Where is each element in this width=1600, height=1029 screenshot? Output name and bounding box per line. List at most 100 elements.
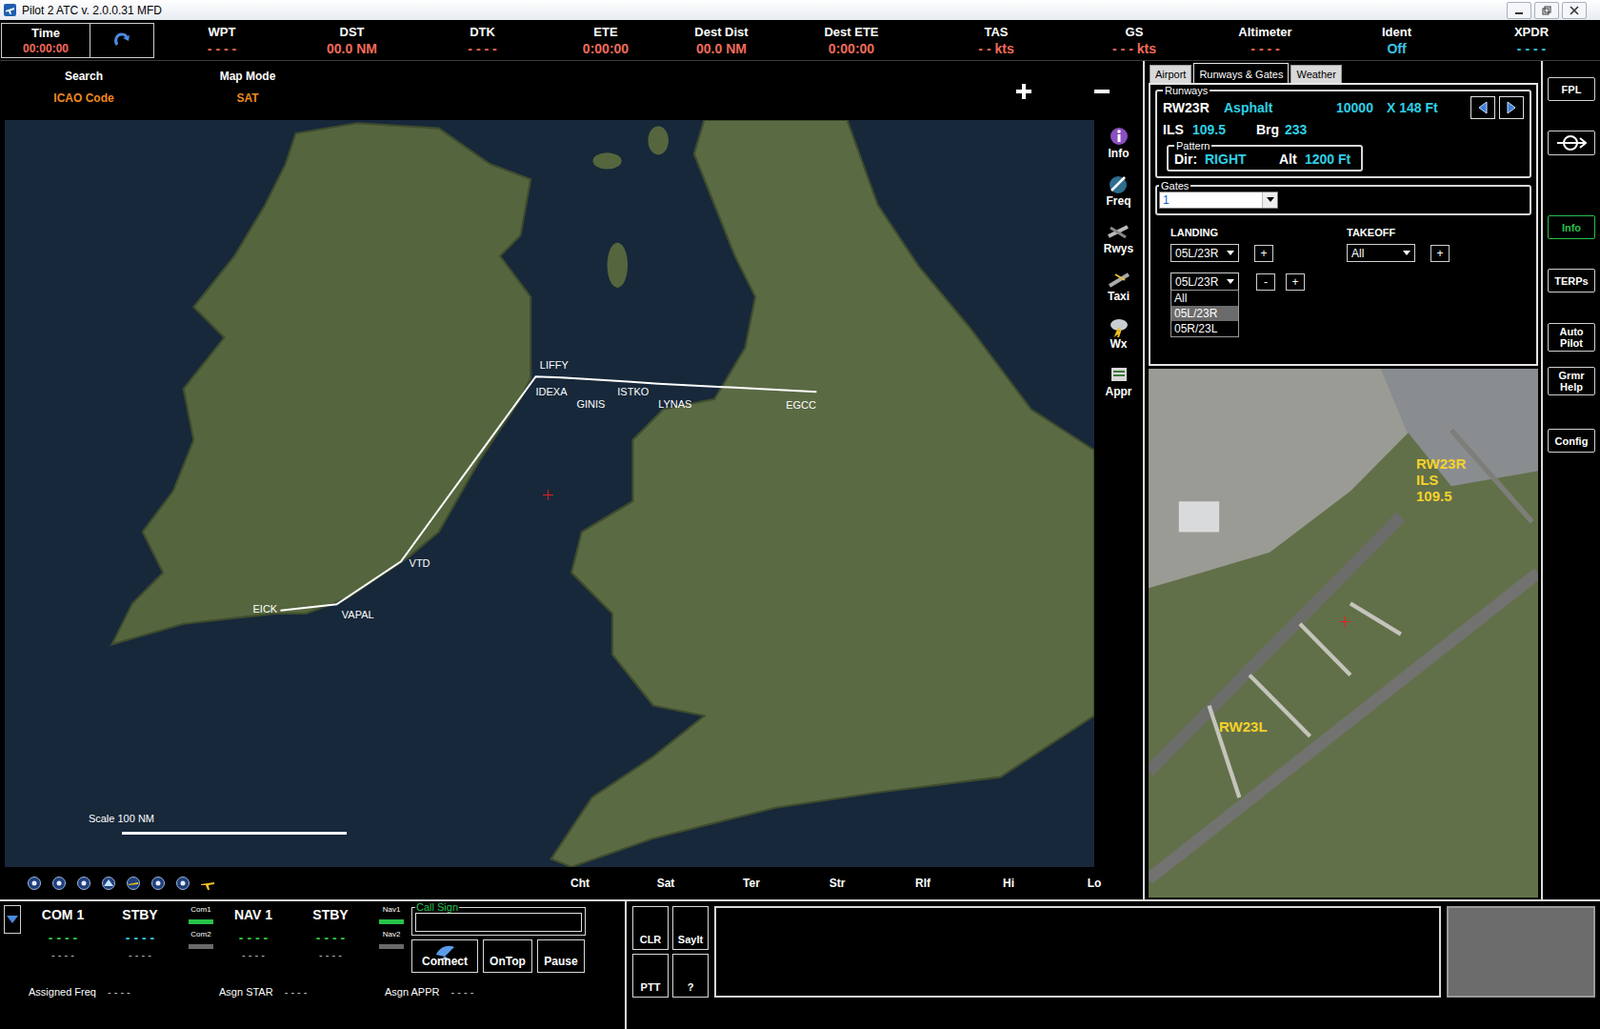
layer-button[interactable]: Ter — [708, 876, 795, 890]
overlay-toggle-icon[interactable] — [125, 875, 141, 891]
function-button[interactable] — [1547, 130, 1596, 156]
readout: Dest Dist00.0 NM — [663, 24, 780, 57]
connection-button[interactable]: Pause — [537, 939, 585, 973]
collapse-column — [0, 900, 29, 982]
minimize-button[interactable] — [1506, 1, 1532, 20]
waypoint-label[interactable]: ISTKO — [617, 385, 649, 399]
message-button[interactable]: ? — [672, 953, 709, 998]
tab[interactable]: Runways & Gates — [1193, 62, 1289, 83]
search-control[interactable]: SearchICAO Code — [26, 60, 141, 105]
function-button[interactable]: TERPs — [1547, 268, 1596, 293]
tab[interactable]: Airport — [1149, 64, 1192, 83]
connection-button-label: OnTop — [489, 954, 526, 968]
zoom-in-button[interactable] — [1015, 82, 1033, 100]
radio-indicator[interactable]: Nav2 — [379, 929, 404, 949]
runway-adjust-button[interactable]: - — [1256, 273, 1276, 291]
takeoff-label: TAKEOFF — [1346, 226, 1450, 239]
assigned-value: - - - - — [107, 985, 131, 998]
radio-indicator[interactable]: Com1 — [188, 904, 214, 924]
landing-runway-select[interactable]: 05L/23RAll05L/23R05R/23L — [1170, 272, 1240, 291]
waypoint-label[interactable]: EGCC — [785, 399, 817, 412]
map-tool-button[interactable]: Rwys — [1103, 220, 1134, 262]
map-tool-button[interactable]: Appr — [1105, 363, 1133, 405]
dropdown-option[interactable]: 05R/23L — [1171, 320, 1239, 337]
pattern-legend: Pattern — [1174, 140, 1212, 152]
next-runway-button[interactable] — [1499, 96, 1524, 120]
overlay-toggle-icon[interactable] — [200, 875, 216, 891]
message-button[interactable]: CLR — [632, 905, 669, 950]
overlay-toggle-icon[interactable] — [150, 875, 166, 891]
readout-label: ETE — [593, 24, 618, 40]
gate-dropdown-button[interactable] — [1261, 192, 1278, 208]
message-buttons: CLRSayItPTT? — [632, 905, 709, 998]
radio-indicator[interactable]: Com2 — [188, 929, 214, 949]
land-ireland — [112, 122, 532, 644]
waypoint-label[interactable]: VAPAL — [341, 608, 375, 621]
layer-button[interactable]: Hi — [965, 876, 1052, 890]
landing-runway-select[interactable]: 05L/23R — [1170, 243, 1240, 262]
assigned-item: Assigned Freq- - - - — [0, 985, 192, 998]
zoom-out-button[interactable] — [1093, 82, 1111, 100]
runway-selection: LANDING05L/23R+05L/23RAll05L/23R05R/23L-… — [1155, 215, 1532, 301]
layer-button[interactable]: Str — [794, 876, 880, 890]
function-button-label: FPL — [1561, 83, 1582, 96]
takeoff-runway-select[interactable]: All — [1346, 243, 1416, 262]
waypoint-label[interactable]: GINIS — [576, 398, 605, 411]
waypoint-label[interactable]: IDEXA — [536, 385, 568, 399]
layer-button[interactable]: Cht — [537, 876, 623, 890]
pattern-group: PatternDir:RIGHTAlt1200 Ft — [1166, 140, 1363, 172]
restore-button[interactable] — [1534, 1, 1560, 20]
dropdown-option[interactable]: All — [1171, 290, 1239, 306]
satellite-map[interactable]: EICK VAPAL VTD LIFFY IDEXA GINIS ISTKO LYNAS EGC… — [4, 120, 1095, 867]
map-tool-button[interactable]: Freq — [1105, 173, 1131, 215]
function-button[interactable]: Config — [1547, 428, 1596, 453]
reset-button[interactable] — [90, 23, 154, 58]
layer-button[interactable]: Rlf — [880, 876, 966, 890]
waypoint-label[interactable]: LYNAS — [658, 398, 692, 411]
overlay-toggle-icon[interactable] — [76, 875, 92, 891]
radio-frequency[interactable]: STBY- - - -- - - - — [97, 900, 183, 982]
overlay-toggle-icon[interactable] — [100, 875, 117, 891]
layer-button[interactable]: Sat — [622, 876, 709, 890]
takeoff-add-button[interactable]: + — [1430, 244, 1450, 262]
connection-button[interactable]: OnTop — [482, 939, 533, 973]
waypoint-label[interactable]: EICK — [253, 602, 279, 616]
map-tool-button[interactable]: Wx — [1107, 316, 1131, 358]
gate-select[interactable]: 1 — [1159, 191, 1279, 209]
message-text-area — [714, 905, 1441, 998]
radio-frequency[interactable]: STBY- - - -- - - - — [287, 900, 374, 982]
overlay-toggle-icon[interactable] — [26, 875, 42, 891]
layer-button[interactable]: Lo — [1051, 876, 1138, 890]
overlay-toggle-icon[interactable] — [51, 875, 67, 891]
map-panel: SearchICAO Code Map ModeSAT EICK VAPAL VTD LI… — [0, 60, 1145, 900]
previous-runway-button[interactable] — [1470, 96, 1496, 120]
map-tool-button[interactable]: Info — [1107, 125, 1131, 167]
message-button[interactable]: PTT — [632, 953, 669, 998]
function-button[interactable]: Grmr Help — [1547, 366, 1596, 396]
map-tool-button[interactable]: Taxi — [1107, 268, 1131, 310]
dropdown-option[interactable]: 05L/23R — [1171, 305, 1239, 321]
radio-frequency[interactable]: COM 1- - - -- - - - — [28, 900, 98, 982]
map-mode-control[interactable]: Map ModeSAT — [190, 60, 305, 105]
runway-adjust-button[interactable]: + — [1254, 244, 1274, 262]
overlay-toggle-icon[interactable] — [175, 875, 191, 891]
waypoint-label[interactable]: LIFFY — [540, 359, 569, 372]
call-sign-section: Call SignConnectOnTopPause — [409, 900, 586, 982]
mfd-window: Pilot 2 ATC v. 2.0.0.31 MFDTime00:00:00W… — [0, 0, 1600, 1029]
message-button[interactable]: SayIt — [672, 905, 709, 950]
function-button[interactable]: Info — [1547, 215, 1596, 240]
waypoint-label[interactable]: VTD — [409, 557, 431, 570]
function-button[interactable]: Auto Pilot — [1547, 322, 1596, 352]
connection-button[interactable]: Connect — [411, 939, 479, 973]
function-button[interactable]: FPL — [1547, 77, 1596, 101]
runway-surface: Asphalt — [1223, 100, 1337, 116]
runway-adjust-button[interactable]: + — [1285, 273, 1305, 291]
radio-indicator[interactable]: Nav1 — [379, 904, 404, 924]
tab[interactable]: Weather — [1290, 64, 1341, 83]
radio-subvalue: - - - - — [51, 948, 75, 960]
runways-legend: Runways — [1162, 84, 1210, 97]
collapse-button[interactable] — [3, 904, 21, 934]
call-sign-input[interactable] — [415, 912, 582, 932]
radio-frequency[interactable]: NAV 1- - - -- - - - — [219, 900, 288, 982]
close-button[interactable] — [1561, 1, 1587, 20]
